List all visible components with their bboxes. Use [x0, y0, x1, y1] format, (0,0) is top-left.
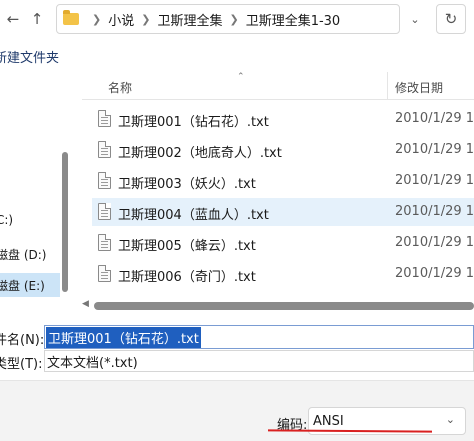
text-file-icon [98, 172, 111, 189]
nav-item-c[interactable]: C:) [0, 208, 60, 232]
filetype-select[interactable]: 文本文档(*.txt) [44, 350, 474, 372]
table-row[interactable]: 卫斯理003（妖火）.txt 2010/1/29 18 [92, 167, 474, 195]
file-date: 2010/1/29 18 [395, 142, 474, 157]
table-row[interactable]: 卫斯理004（蓝血人）.txt 2010/1/29 18 [92, 198, 474, 226]
nav-item-label: C:) [0, 213, 14, 227]
column-header-row: ⌃ 名称 修改日期 [82, 72, 474, 100]
navigation-pane: C:) 磁盘 (D:) 磁盘 (E:) [0, 72, 70, 324]
breadcrumb-item[interactable]: 卫斯理全集 [157, 10, 222, 29]
filetype-label: 类型(T): [0, 357, 43, 372]
file-name: 卫斯理006（奇门）.txt [118, 270, 256, 285]
filename-label: 件名(N): [0, 333, 45, 348]
file-name: 卫斯理002（地底奇人）.txt [118, 146, 282, 161]
address-box[interactable]: ❯ 小说 ❯ 卫斯理全集 ❯ 卫斯理全集1-30 [56, 4, 400, 34]
file-date: 2010/1/29 18 [395, 235, 474, 250]
back-arrow-icon[interactable]: ← [2, 8, 24, 30]
nav-item-label: 磁盘 (E:) [0, 278, 45, 293]
text-file-icon [98, 265, 111, 282]
chevron-down-icon: ⌄ [445, 413, 455, 426]
file-date: 2010/1/29 18 [395, 204, 474, 219]
nav-scrollbar-thumb[interactable] [62, 152, 68, 292]
file-date: 2010/1/29 18 [395, 173, 474, 188]
table-row[interactable]: 卫斯理006（奇门）.txt 2010/1/29 18 [92, 260, 474, 288]
table-row[interactable]: 卫斯理002（地底奇人）.txt 2010/1/29 18 [92, 136, 474, 164]
column-header-name[interactable]: 名称 [108, 79, 132, 96]
filename-selected-text: 卫斯理001（钻石花）.txt [46, 326, 201, 348]
chevron-right-icon: ❯ [92, 12, 102, 26]
nav-item-e[interactable]: 磁盘 (E:) [0, 273, 60, 297]
breadcrumb-item[interactable]: 卫斯理全集1-30 [246, 10, 341, 29]
nav-item-label: 磁盘 (D:) [0, 247, 47, 262]
file-list: ⌃ 名称 修改日期 卫斯理001（钻石花）.txt 2010/1/29 18 卫… [82, 72, 474, 324]
file-name: 卫斯理004（蓝血人）.txt [118, 208, 269, 223]
filename-input[interactable]: 卫斯理001（钻石花）.txt [44, 325, 474, 349]
horizontal-scrollbar-thumb[interactable] [94, 302, 474, 310]
breadcrumb-item[interactable]: 小说 [108, 10, 134, 29]
text-file-icon [98, 203, 111, 220]
folder-icon [63, 10, 79, 25]
refresh-icon[interactable]: ↻ [436, 4, 466, 34]
sort-ascending-icon: ⌃ [237, 72, 245, 82]
filetype-value: 文本文档(*.txt) [47, 355, 138, 371]
file-name: 卫斯理005（蜂云）.txt [118, 239, 256, 254]
scroll-left-icon[interactable]: ◀ [82, 299, 89, 309]
toolbar: 新建文件夹 [0, 38, 474, 72]
file-date: 2010/1/29 18 [395, 266, 474, 281]
text-file-icon [98, 234, 111, 251]
chevron-right-icon: ❯ [229, 12, 239, 26]
encoding-value: ANSI [313, 413, 344, 429]
chevron-right-icon: ❯ [141, 12, 151, 26]
address-bar-row: ← ↑ ❯ 小说 ❯ 卫斯理全集 ❯ 卫斯理全集1-30 ⌄ ↻ [0, 0, 474, 38]
text-file-icon [98, 141, 111, 158]
file-name: 卫斯理003（妖火）.txt [118, 177, 256, 192]
column-header-date[interactable]: 修改日期 [395, 79, 443, 96]
file-date: 2010/1/29 18 [395, 111, 474, 126]
up-arrow-icon[interactable]: ↑ [26, 8, 48, 30]
chevron-down-icon[interactable]: ⌄ [402, 4, 428, 34]
table-row[interactable]: 卫斯理001（钻石花）.txt 2010/1/29 18 [92, 105, 474, 133]
table-row[interactable]: 卫斯理005（蜂云）.txt 2010/1/29 18 [92, 229, 474, 257]
file-name: 卫斯理001（钻石花）.txt [118, 115, 269, 130]
text-file-icon [98, 110, 111, 127]
nav-item-d[interactable]: 磁盘 (D:) [0, 242, 60, 266]
column-divider[interactable] [387, 72, 388, 100]
new-folder-button[interactable]: 新建文件夹 [0, 47, 59, 66]
